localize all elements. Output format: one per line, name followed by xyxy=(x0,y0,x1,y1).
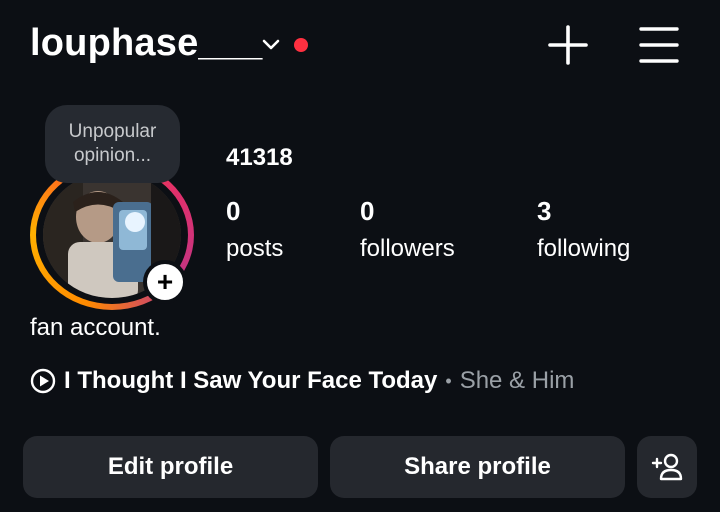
chevron-down-icon[interactable] xyxy=(260,37,282,53)
notification-dot xyxy=(294,38,308,52)
stat-following-count: 3 xyxy=(537,196,552,226)
profile-header: louphase___ xyxy=(0,0,720,90)
display-name: 41318 xyxy=(226,144,293,171)
note-line-1: Unpopular xyxy=(68,121,157,142)
note-line-2: opinion... xyxy=(73,145,152,166)
stat-posts[interactable]: 0 posts xyxy=(226,196,283,263)
stat-following[interactable]: 3 following xyxy=(537,196,630,263)
stat-posts-label: posts xyxy=(226,235,284,262)
discover-people-button[interactable] xyxy=(637,436,697,498)
profile-music[interactable]: I Thought I Saw Your Face Today • She & … xyxy=(30,364,574,398)
share-profile-button[interactable]: Share profile xyxy=(330,436,625,498)
create-plus-icon[interactable] xyxy=(546,23,590,67)
music-artist: She & Him xyxy=(459,367,575,394)
edit-profile-button[interactable]: Edit profile xyxy=(23,436,318,498)
stat-posts-count: 0 xyxy=(226,196,241,226)
stat-following-label: following xyxy=(537,235,631,262)
play-circle-icon xyxy=(30,368,56,394)
hamburger-menu-icon[interactable] xyxy=(637,24,681,66)
stat-followers[interactable]: 0 followers xyxy=(360,196,455,263)
music-separator: • xyxy=(445,370,452,391)
username-switcher[interactable]: louphase___ xyxy=(30,22,262,65)
music-song-title: I Thought I Saw Your Face Today xyxy=(64,367,438,394)
profile-note-bubble[interactable]: Unpopular opinion... xyxy=(45,105,180,183)
add-person-icon xyxy=(651,453,683,481)
stat-followers-label: followers xyxy=(360,235,455,262)
stat-followers-count: 0 xyxy=(360,196,375,226)
add-story-button[interactable]: + xyxy=(143,260,187,304)
profile-bio: fan account. xyxy=(30,314,161,341)
